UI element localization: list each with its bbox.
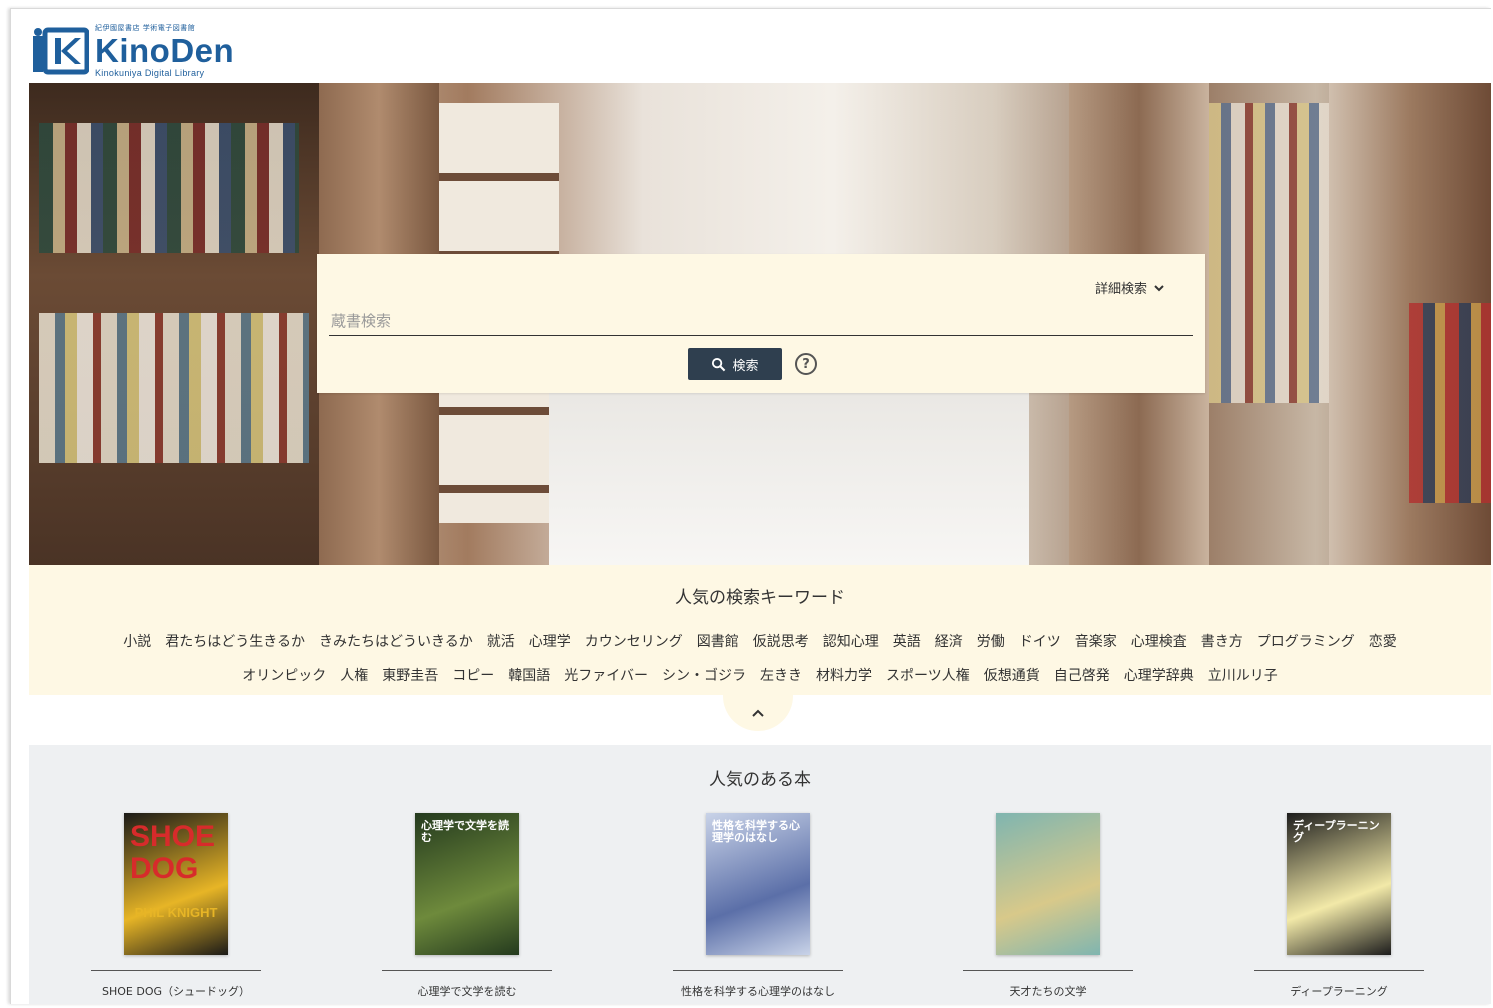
keyword-link[interactable]: 図書館 (697, 631, 739, 651)
keyword-link[interactable]: 経済 (935, 631, 963, 651)
header: 紀伊國屋書店 学術電子図書館 KinoDen Kinokuniya Digita… (11, 9, 1491, 83)
keyword-link[interactable]: プログラミング (1257, 631, 1355, 651)
keyword-link[interactable]: 労働 (977, 631, 1005, 651)
keyword-link[interactable]: 恋愛 (1369, 631, 1397, 651)
keyword-link[interactable]: 韓国語 (508, 665, 550, 685)
chevron-up-icon (752, 709, 764, 717)
shelf-books-left-2 (39, 313, 309, 463)
logo-name: KinoDen (95, 31, 235, 69)
search-button[interactable]: 検索 (688, 348, 782, 380)
keyword-link[interactable]: 心理学 (529, 631, 571, 651)
keyword-row-1: 小説 君たちはどう生きるか きみたちはどういきるか 就活 心理学 カウンセリング 図書館 仮説… (29, 631, 1491, 651)
book-title[interactable]: SHOE DOG（シュードッグ） (91, 983, 261, 999)
book-divider (1254, 970, 1424, 971)
keyword-link[interactable]: 英語 (893, 631, 921, 651)
search-input[interactable] (329, 306, 1193, 336)
book-cover-author: PHIL KNIGHT (134, 905, 218, 920)
book-card[interactable]: ディープラーニング ディープラーニング (1254, 813, 1424, 1003)
book-card[interactable]: 心理学で文学を読む 心理学で文学を読む (382, 813, 552, 1003)
logo-subtitle: Kinokuniya Digital Library (95, 67, 205, 78)
book-cover[interactable] (996, 813, 1100, 955)
popular-books-section: 人気のある本 SHOE DOG PHIL KNIGHT SHOE DOG（シュードッ… (29, 745, 1491, 1004)
kinoden-logo[interactable]: 紀伊國屋書店 学術電子図書館 KinoDen Kinokuniya Digita… (27, 23, 234, 79)
keyword-link[interactable]: コピー (452, 665, 494, 685)
keyword-link[interactable]: 仮説思考 (753, 631, 809, 651)
book-title[interactable]: 性格を科学する心理学のはなし (673, 983, 843, 999)
keyword-link[interactable]: 認知心理 (823, 631, 879, 651)
kinoden-logo-icon (27, 26, 90, 76)
search-button-label: 検索 (732, 358, 759, 374)
book-cover-text: 心理学で文学を読む (421, 820, 509, 844)
logo-small-text: 紀伊國屋書店 学術電子図書館 (95, 23, 196, 32)
browser-frame: 紀伊國屋書店 学術電子図書館 KinoDen Kinokuniya Digita… (10, 8, 1491, 1004)
keyword-link[interactable]: 心理検査 (1131, 631, 1187, 651)
book-divider (91, 970, 261, 971)
keyword-link[interactable]: 心理学辞典 (1124, 665, 1194, 685)
book-divider (963, 970, 1133, 971)
hero-banner: 詳細検索 検索 ? (29, 83, 1491, 565)
book-card[interactable]: 性格を科学する心理学のはなし 性格を科学する心理学のはなし (673, 813, 843, 1003)
popular-books-title: 人気のある本 (709, 770, 811, 790)
help-icon[interactable]: ? (795, 353, 817, 375)
book-cover[interactable]: 心理学で文学を読む (415, 813, 519, 955)
search-panel: 詳細検索 検索 ? (317, 254, 1205, 393)
keyword-link[interactable]: 小説 (123, 631, 151, 651)
book-cover-text: ディープラーニング (1293, 820, 1380, 844)
book-cover[interactable]: 性格を科学する心理学のはなし (706, 813, 810, 955)
keyword-link[interactable]: 左きき (760, 665, 802, 685)
keyword-link[interactable]: 光ファイバー (564, 665, 648, 685)
keyword-link[interactable]: オリンピック (242, 665, 326, 685)
book-title[interactable]: 心理学で文学を読む (382, 983, 552, 999)
book-cover-text: 性格を科学する心理学のはなし (712, 820, 800, 844)
popular-keywords-title: 人気の検索キーワード (675, 588, 845, 608)
popular-keywords-section: 人気の検索キーワード 小説 君たちはどう生きるか きみたちはどういきるか 就活 心理学カ… (29, 565, 1491, 695)
keyword-link[interactable]: 材料力学 (816, 665, 872, 685)
keyword-link[interactable]: シン・ゴジラ (662, 665, 746, 685)
book-card[interactable]: 天才たちの文学 (963, 813, 1133, 1003)
keyword-link[interactable]: きみたちはどういきるか (319, 631, 473, 651)
keyword-link[interactable]: 自己啓発 (1054, 665, 1110, 685)
advanced-search-toggle[interactable]: 詳細検索 (1095, 278, 1165, 297)
book-cover[interactable]: SHOE DOG PHIL KNIGHT (124, 813, 228, 955)
keyword-link[interactable]: 東野圭吾 (382, 665, 438, 685)
book-cover-text: SHOE DOG (130, 820, 216, 885)
chevron-down-icon (1154, 284, 1164, 291)
keyword-link[interactable]: 立川ルリ子 (1208, 665, 1278, 685)
shelf-books-left (39, 123, 299, 253)
book-cover[interactable]: ディープラーニング (1287, 813, 1391, 955)
shelf-books-right (1209, 103, 1329, 403)
keyword-link[interactable]: カウンセリング (585, 631, 683, 651)
library-aisle-floor (549, 383, 1029, 565)
keyword-link[interactable]: 君たちはどう生きるか (165, 631, 305, 651)
book-title[interactable]: ディープラーニング (1254, 983, 1424, 999)
keyword-link[interactable]: 仮想通貨 (984, 665, 1040, 685)
search-icon (712, 357, 726, 371)
shelf-books-right-2 (1409, 303, 1491, 503)
keyword-link[interactable]: 音楽家 (1075, 631, 1117, 651)
book-divider (673, 970, 843, 971)
keyword-link[interactable]: 人権 (340, 665, 368, 685)
keyword-link[interactable]: 書き方 (1201, 631, 1243, 651)
keyword-row-2: オリンピック 人権 東野圭吾 コピー 韓国語 光ファイバー シン・ゴジラ 左きき 材料力学 スポー… (29, 665, 1491, 685)
book-divider (382, 970, 552, 971)
book-card[interactable]: SHOE DOG PHIL KNIGHT SHOE DOG（シュードッグ） (91, 813, 261, 1003)
keyword-link[interactable]: ドイツ (1019, 631, 1061, 651)
advanced-search-label: 詳細検索 (1094, 282, 1147, 297)
keyword-link[interactable]: スポーツ人権 (886, 665, 970, 685)
book-title[interactable]: 天才たちの文学 (963, 983, 1133, 999)
collapse-keywords-button[interactable] (723, 695, 793, 731)
keyword-link[interactable]: 就活 (487, 631, 515, 651)
